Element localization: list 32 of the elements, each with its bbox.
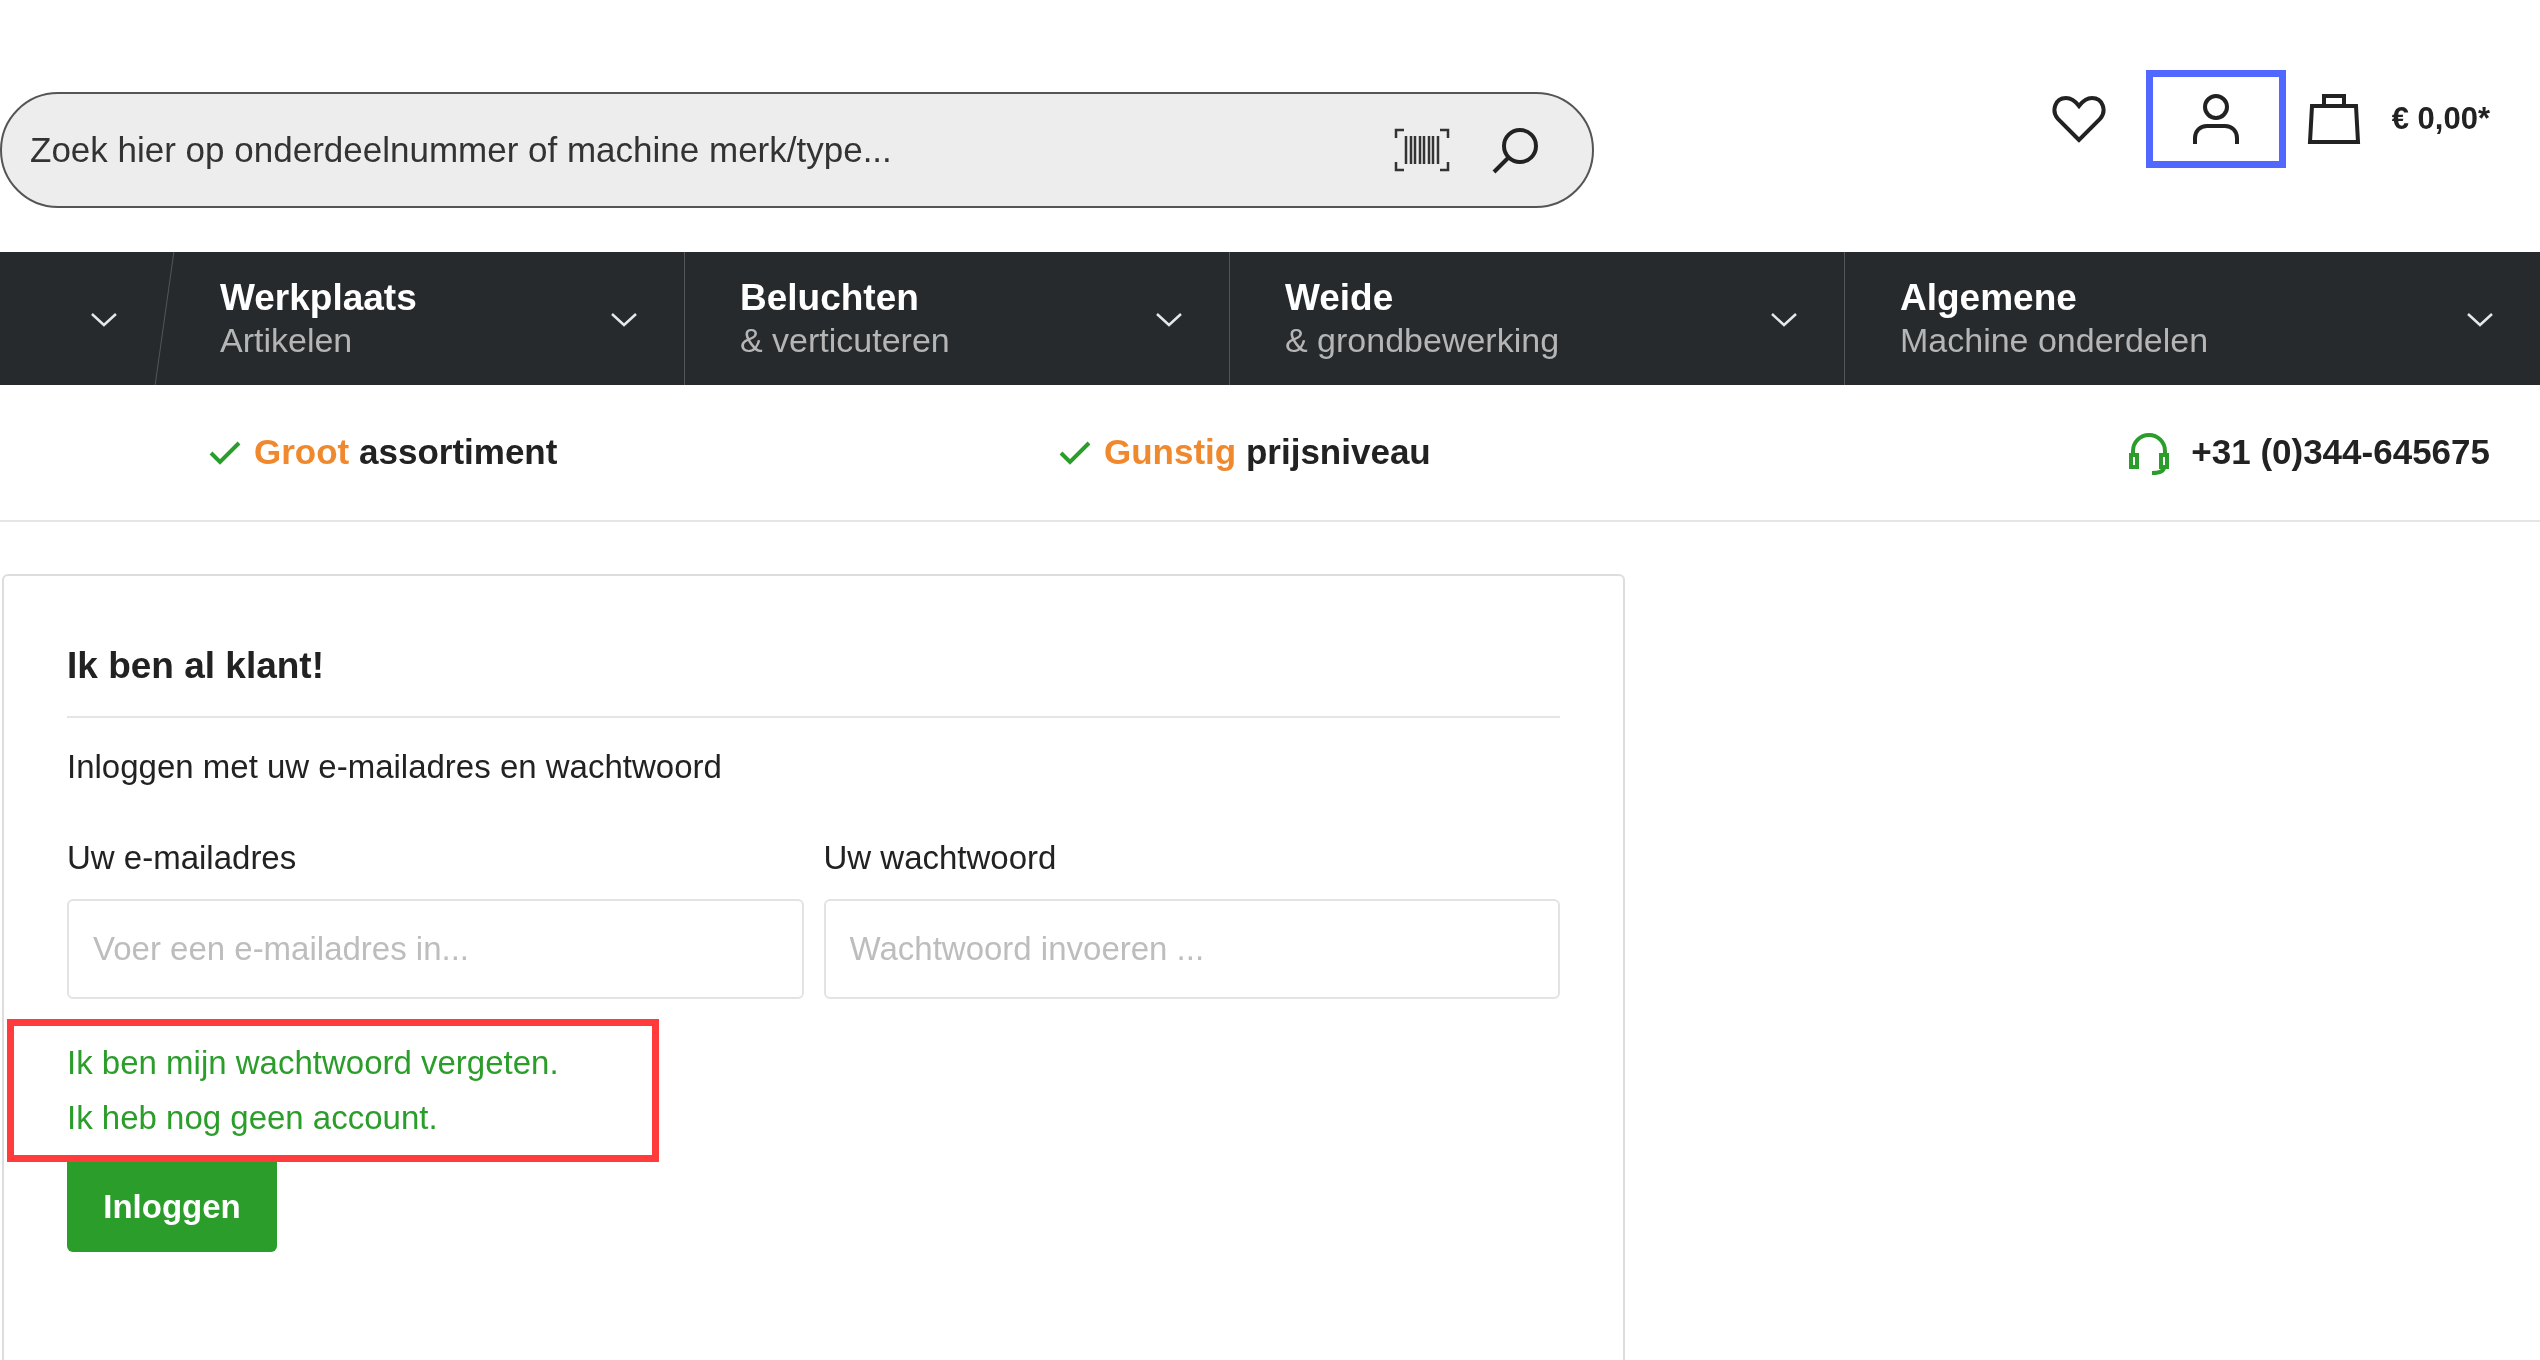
text-link[interactable]: Ik heb nog geen account. bbox=[67, 1093, 438, 1143]
search-input[interactable]: Zoek hier op onderdeelnummer of machine merk/type... bbox=[30, 123, 1354, 177]
account-button[interactable] bbox=[2145, 70, 2286, 168]
phone-number[interactable]: +31 (0)344-645675 bbox=[2191, 426, 2490, 479]
category-title: Beluchten bbox=[740, 275, 920, 320]
category-title: Weide bbox=[1285, 275, 1395, 320]
text-input[interactable]: Voer een e-mailadres in... bbox=[67, 898, 804, 999]
text-link[interactable]: Ik ben mijn wachtwoord vergeten. bbox=[67, 1037, 559, 1087]
login-intro: Inloggen met uw e-mailadres en wachtwoord bbox=[67, 746, 723, 787]
search-bar[interactable]: Zoek hier op onderdeelnummer of machine merk/type... bbox=[0, 92, 1594, 208]
barcode-icon[interactable] bbox=[1394, 128, 1450, 172]
login-button[interactable]: Inloggen bbox=[67, 1161, 277, 1252]
category-subtitle: & verticuteren bbox=[740, 320, 950, 362]
category-subtitle: Machine onderdelen bbox=[1900, 320, 2209, 362]
category-nav-item[interactable]: Algemene Machine onderdelen bbox=[1845, 252, 2540, 385]
category-nav-item[interactable]: Beluchten & verticuteren bbox=[685, 252, 1230, 385]
category-nav-item[interactable]: Weide & grondbewerking bbox=[1230, 252, 1845, 385]
headset-icon bbox=[2127, 430, 2172, 475]
cart-total[interactable]: € 0,00* bbox=[2391, 95, 2490, 143]
login-title: Ik ben al klant! bbox=[67, 638, 1560, 718]
heart-icon[interactable] bbox=[2051, 94, 2106, 144]
usp-text: Groot assortiment bbox=[254, 431, 558, 474]
category-subtitle: Artikelen bbox=[220, 320, 354, 362]
field-label: Uw e-mailadres bbox=[67, 838, 298, 878]
category-nav-item[interactable]: Werkplaats Artikelen bbox=[165, 252, 685, 385]
category-title: Algemene bbox=[1900, 275, 2078, 320]
user-icon bbox=[2190, 92, 2241, 146]
category-title: Werkplaats bbox=[220, 275, 417, 320]
category-subtitle: & grondbewerking bbox=[1285, 320, 1560, 362]
usp-text: Gunstig prijsniveau bbox=[1104, 431, 1431, 474]
field-label: Uw wachtwoord bbox=[823, 838, 1058, 878]
text-input[interactable]: Wachtwoord invoeren ... bbox=[823, 898, 1560, 999]
